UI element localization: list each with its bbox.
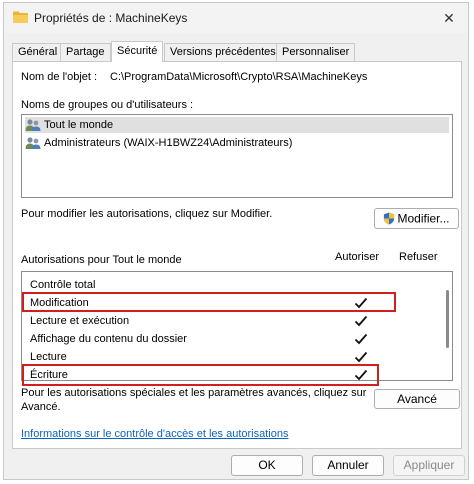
folder-icon <box>13 11 28 23</box>
properties-dialog: Propriétés de : MachineKeys ✕ Général Pa… <box>3 2 469 480</box>
security-panel: Nom de l'objet : C:\ProgramData\Microsof… <box>12 61 462 449</box>
users-icon <box>25 119 41 132</box>
tab-sharing[interactable]: Partage <box>60 43 111 61</box>
tab-customize[interactable]: Personnaliser <box>276 43 356 61</box>
modify-hint: Pour modifier les autorisations, cliquez… <box>21 208 273 220</box>
tab-previous-versions[interactable]: Versions précédentes <box>164 43 282 61</box>
tab-security[interactable]: Sécurité <box>111 41 164 62</box>
list-item[interactable]: Tout le monde <box>25 117 449 133</box>
cancel-button[interactable]: Annuler <box>312 455 384 476</box>
object-path: C:\ProgramData\Microsoft\Crypto\RSA\Mach… <box>110 71 368 83</box>
tab-general[interactable]: Général <box>12 43 64 61</box>
users-icon <box>25 137 41 150</box>
access-control-info-link[interactable]: Informations sur le contrôle d'accès et … <box>21 428 288 440</box>
advanced-hint-line1: Pour les autorisations spéciales et les … <box>21 387 367 399</box>
object-name-label: Nom de l'objet : <box>21 71 98 83</box>
apply-button[interactable]: Appliquer <box>393 455 465 476</box>
allow-checkmark-icon <box>354 333 368 345</box>
allow-checkmark-icon <box>354 351 368 363</box>
list-item[interactable]: Administrateurs (WAIX-H1BWZ24\Administra… <box>25 135 292 151</box>
group-name: Tout le monde <box>44 119 114 131</box>
highlight-box-ecriture <box>22 364 379 386</box>
ok-button[interactable]: OK <box>231 455 303 476</box>
permission-row: Affichage du contenu du dossier <box>30 333 187 345</box>
window-title: Propriétés de : MachineKeys <box>34 11 188 25</box>
highlight-box-modification <box>22 292 396 312</box>
groups-listbox[interactable]: Tout le monde Administrateurs (WAIX-H1BW… <box>21 114 453 198</box>
permission-row: Lecture et exécution <box>30 315 130 327</box>
groups-label: Noms de groupes ou d'utilisateurs : <box>21 99 194 111</box>
deny-header: Refuser <box>399 251 438 263</box>
title-bar: Propriétés de : MachineKeys ✕ <box>4 3 468 33</box>
advanced-button[interactable]: Avancé <box>374 389 460 409</box>
advanced-hint-line2: Avancé. <box>21 401 61 413</box>
modify-button-label: Modifier... <box>397 211 450 226</box>
close-button[interactable]: ✕ <box>440 9 458 27</box>
permissions-label: Autorisations pour Tout le monde <box>21 254 182 266</box>
modify-button[interactable]: Modifier... <box>374 208 459 229</box>
shield-icon <box>384 212 395 225</box>
allow-header: Autoriser <box>335 251 380 263</box>
scrollbar-thumb[interactable] <box>446 290 449 348</box>
allow-checkmark-icon <box>354 315 368 327</box>
group-name: Administrateurs (WAIX-H1BWZ24\Administra… <box>44 137 293 149</box>
